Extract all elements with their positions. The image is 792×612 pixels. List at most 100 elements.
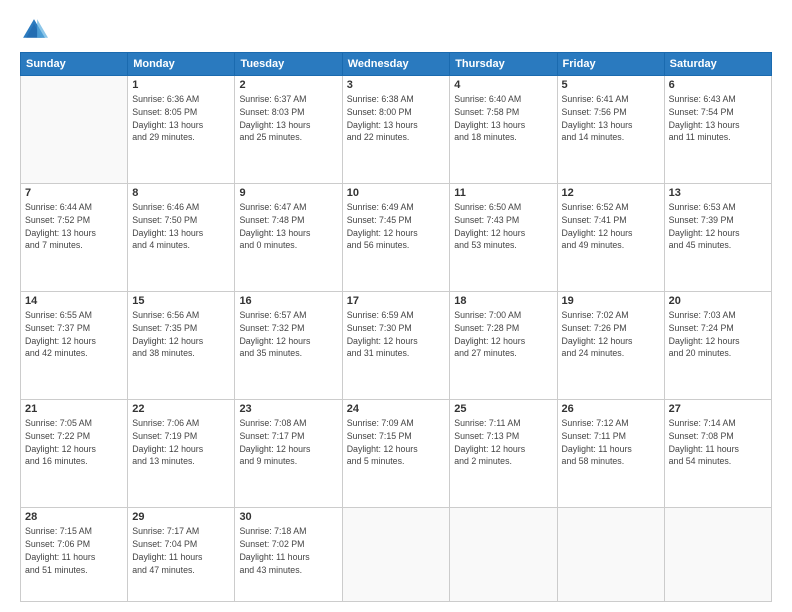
day-info: Sunrise: 7:15 AM Sunset: 7:06 PM Dayligh… — [25, 525, 123, 576]
day-info: Sunrise: 7:08 AM Sunset: 7:17 PM Dayligh… — [239, 417, 337, 468]
calendar-cell: 27 Sunrise: 7:14 AM Sunset: 7:08 PM Dayli… — [664, 400, 771, 508]
day-number: 13 — [669, 187, 767, 199]
calendar-cell: 30 Sunrise: 7:18 AM Sunset: 7:02 PM Dayli… — [235, 508, 342, 602]
calendar-cell: 15 Sunrise: 6:56 AM Sunset: 7:35 PM Dayli… — [128, 292, 235, 400]
calendar-week-row: 14 Sunrise: 6:55 AM Sunset: 7:37 PM Dayli… — [21, 292, 772, 400]
calendar-header-monday: Monday — [128, 53, 235, 76]
calendar-cell: 14 Sunrise: 6:55 AM Sunset: 7:37 PM Dayli… — [21, 292, 128, 400]
day-info: Sunrise: 6:47 AM Sunset: 7:48 PM Dayligh… — [239, 201, 337, 252]
calendar-cell: 19 Sunrise: 7:02 AM Sunset: 7:26 PM Dayli… — [557, 292, 664, 400]
calendar-cell: 28 Sunrise: 7:15 AM Sunset: 7:06 PM Dayli… — [21, 508, 128, 602]
calendar-cell — [450, 508, 557, 602]
calendar-cell — [557, 508, 664, 602]
day-number: 7 — [25, 187, 123, 199]
day-number: 4 — [454, 79, 552, 91]
day-number: 29 — [132, 511, 230, 523]
day-info: Sunrise: 6:44 AM Sunset: 7:52 PM Dayligh… — [25, 201, 123, 252]
day-number: 24 — [347, 403, 446, 415]
day-number: 19 — [562, 295, 660, 307]
calendar-cell: 10 Sunrise: 6:49 AM Sunset: 7:45 PM Dayli… — [342, 184, 450, 292]
day-number: 22 — [132, 403, 230, 415]
day-info: Sunrise: 7:11 AM Sunset: 7:13 PM Dayligh… — [454, 417, 552, 468]
calendar-week-row: 7 Sunrise: 6:44 AM Sunset: 7:52 PM Daylig… — [21, 184, 772, 292]
calendar-cell — [21, 76, 128, 184]
day-info: Sunrise: 6:41 AM Sunset: 7:56 PM Dayligh… — [562, 93, 660, 144]
day-info: Sunrise: 7:09 AM Sunset: 7:15 PM Dayligh… — [347, 417, 446, 468]
day-info: Sunrise: 7:18 AM Sunset: 7:02 PM Dayligh… — [239, 525, 337, 576]
calendar-cell: 2 Sunrise: 6:37 AM Sunset: 8:03 PM Daylig… — [235, 76, 342, 184]
calendar-cell: 6Sunrise: 6:43 AM Sunset: 7:54 PM Daylig… — [664, 76, 771, 184]
day-info: Sunrise: 6:56 AM Sunset: 7:35 PM Dayligh… — [132, 309, 230, 360]
calendar-week-row: 21 Sunrise: 7:05 AM Sunset: 7:22 PM Dayli… — [21, 400, 772, 508]
logo-icon — [20, 16, 48, 44]
calendar-cell: 1Sunrise: 6:36 AM Sunset: 8:05 PM Daylig… — [128, 76, 235, 184]
day-info: Sunrise: 7:03 AM Sunset: 7:24 PM Dayligh… — [669, 309, 767, 360]
day-info: Sunrise: 6:53 AM Sunset: 7:39 PM Dayligh… — [669, 201, 767, 252]
day-info: Sunrise: 6:57 AM Sunset: 7:32 PM Dayligh… — [239, 309, 337, 360]
day-info: Sunrise: 6:50 AM Sunset: 7:43 PM Dayligh… — [454, 201, 552, 252]
day-info: Sunrise: 7:14 AM Sunset: 7:08 PM Dayligh… — [669, 417, 767, 468]
calendar-cell: 24 Sunrise: 7:09 AM Sunset: 7:15 PM Dayli… — [342, 400, 450, 508]
day-number: 14 — [25, 295, 123, 307]
day-info: Sunrise: 6:37 AM Sunset: 8:03 PM Dayligh… — [239, 93, 337, 144]
day-info: Sunrise: 6:55 AM Sunset: 7:37 PM Dayligh… — [25, 309, 123, 360]
day-info: Sunrise: 7:05 AM Sunset: 7:22 PM Dayligh… — [25, 417, 123, 468]
calendar-cell: 9 Sunrise: 6:47 AM Sunset: 7:48 PM Daylig… — [235, 184, 342, 292]
calendar-header-row: SundayMondayTuesdayWednesdayThursdayFrid… — [21, 53, 772, 76]
calendar-cell: 7 Sunrise: 6:44 AM Sunset: 7:52 PM Daylig… — [21, 184, 128, 292]
calendar-cell — [342, 508, 450, 602]
calendar-week-row: 28 Sunrise: 7:15 AM Sunset: 7:06 PM Dayli… — [21, 508, 772, 602]
calendar-cell: 11 Sunrise: 6:50 AM Sunset: 7:43 PM Dayli… — [450, 184, 557, 292]
calendar-cell: 22 Sunrise: 7:06 AM Sunset: 7:19 PM Dayli… — [128, 400, 235, 508]
calendar-cell: 4Sunrise: 6:40 AM Sunset: 7:58 PM Daylig… — [450, 76, 557, 184]
calendar-cell: 8 Sunrise: 6:46 AM Sunset: 7:50 PM Daylig… — [128, 184, 235, 292]
page: SundayMondayTuesdayWednesdayThursdayFrid… — [0, 0, 792, 612]
calendar-cell: 13 Sunrise: 6:53 AM Sunset: 7:39 PM Dayli… — [664, 184, 771, 292]
header — [20, 16, 772, 44]
calendar-cell: 12 Sunrise: 6:52 AM Sunset: 7:41 PM Dayli… — [557, 184, 664, 292]
day-number: 16 — [239, 295, 337, 307]
calendar-cell — [664, 508, 771, 602]
day-number: 12 — [562, 187, 660, 199]
logo — [20, 16, 52, 44]
calendar-cell: 5Sunrise: 6:41 AM Sunset: 7:56 PM Daylig… — [557, 76, 664, 184]
calendar-cell: 23Sunrise: 7:08 AM Sunset: 7:17 PM Dayli… — [235, 400, 342, 508]
day-info: Sunrise: 6:52 AM Sunset: 7:41 PM Dayligh… — [562, 201, 660, 252]
day-number: 30 — [239, 511, 337, 523]
calendar-week-row: 1Sunrise: 6:36 AM Sunset: 8:05 PM Daylig… — [21, 76, 772, 184]
day-number: 28 — [25, 511, 123, 523]
day-info: Sunrise: 7:06 AM Sunset: 7:19 PM Dayligh… — [132, 417, 230, 468]
day-number: 27 — [669, 403, 767, 415]
day-info: Sunrise: 6:36 AM Sunset: 8:05 PM Dayligh… — [132, 93, 230, 144]
calendar-cell: 25Sunrise: 7:11 AM Sunset: 7:13 PM Dayli… — [450, 400, 557, 508]
day-number: 18 — [454, 295, 552, 307]
day-info: Sunrise: 7:12 AM Sunset: 7:11 PM Dayligh… — [562, 417, 660, 468]
day-info: Sunrise: 6:46 AM Sunset: 7:50 PM Dayligh… — [132, 201, 230, 252]
calendar-header-wednesday: Wednesday — [342, 53, 450, 76]
day-number: 20 — [669, 295, 767, 307]
calendar-cell: 17Sunrise: 6:59 AM Sunset: 7:30 PM Dayli… — [342, 292, 450, 400]
day-info: Sunrise: 6:59 AM Sunset: 7:30 PM Dayligh… — [347, 309, 446, 360]
day-number: 9 — [239, 187, 337, 199]
calendar: SundayMondayTuesdayWednesdayThursdayFrid… — [20, 52, 772, 602]
calendar-cell: 3 Sunrise: 6:38 AM Sunset: 8:00 PM Daylig… — [342, 76, 450, 184]
day-number: 15 — [132, 295, 230, 307]
day-number: 11 — [454, 187, 552, 199]
day-number: 26 — [562, 403, 660, 415]
calendar-cell: 29 Sunrise: 7:17 AM Sunset: 7:04 PM Dayli… — [128, 508, 235, 602]
day-info: Sunrise: 7:00 AM Sunset: 7:28 PM Dayligh… — [454, 309, 552, 360]
day-number: 2 — [239, 79, 337, 91]
day-info: Sunrise: 7:02 AM Sunset: 7:26 PM Dayligh… — [562, 309, 660, 360]
day-info: Sunrise: 6:38 AM Sunset: 8:00 PM Dayligh… — [347, 93, 446, 144]
day-number: 8 — [132, 187, 230, 199]
day-info: Sunrise: 7:17 AM Sunset: 7:04 PM Dayligh… — [132, 525, 230, 576]
day-number: 6 — [669, 79, 767, 91]
day-number: 21 — [25, 403, 123, 415]
calendar-cell: 20 Sunrise: 7:03 AM Sunset: 7:24 PM Dayli… — [664, 292, 771, 400]
day-info: Sunrise: 6:49 AM Sunset: 7:45 PM Dayligh… — [347, 201, 446, 252]
calendar-cell: 16 Sunrise: 6:57 AM Sunset: 7:32 PM Dayli… — [235, 292, 342, 400]
calendar-header-tuesday: Tuesday — [235, 53, 342, 76]
calendar-header-saturday: Saturday — [664, 53, 771, 76]
day-number: 10 — [347, 187, 446, 199]
day-number: 3 — [347, 79, 446, 91]
